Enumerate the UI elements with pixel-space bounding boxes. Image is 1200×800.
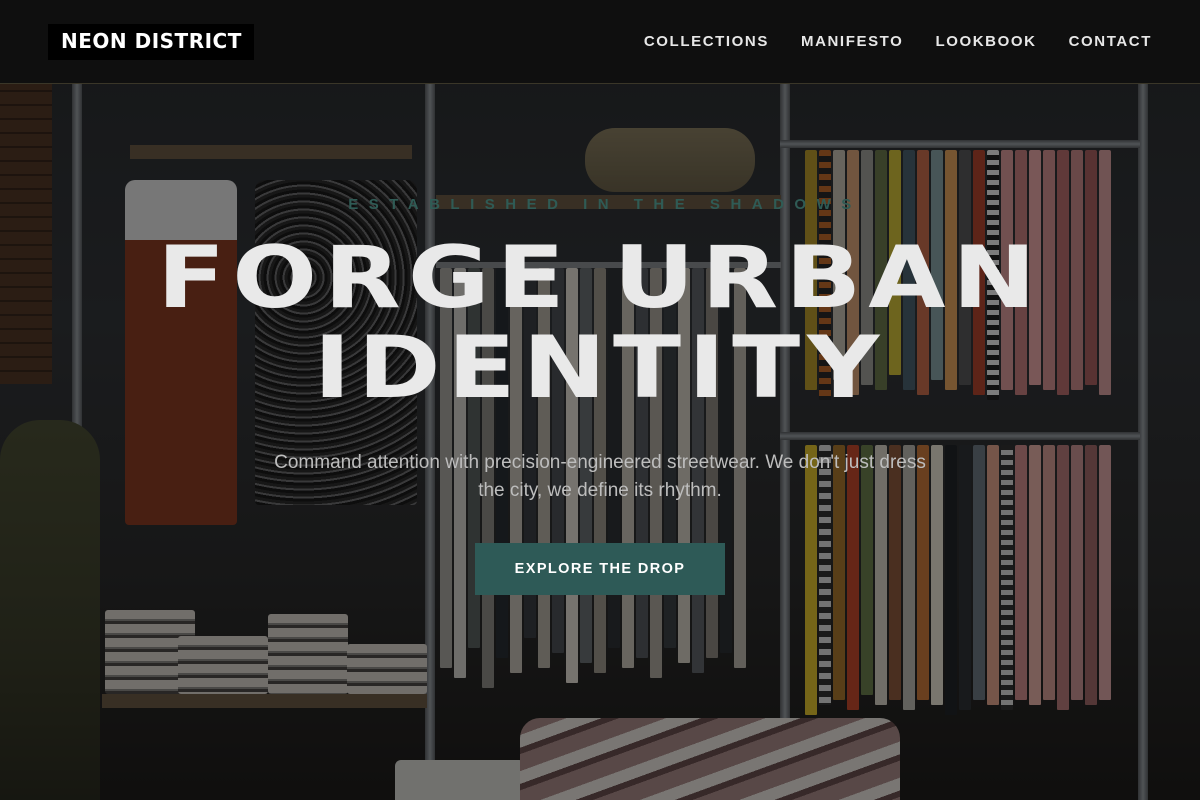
nav-link-collections[interactable]: COLLECTIONS — [644, 33, 769, 50]
hero-eyebrow: ESTABLISHED IN THE SHADOWS — [348, 196, 862, 213]
nav-link-manifesto[interactable]: MANIFESTO — [801, 33, 903, 50]
explore-drop-button[interactable]: EXPLORE THE DROP — [474, 543, 726, 595]
hero-headline: FORGE URBAN IDENTITY — [0, 233, 1200, 413]
site-header: NEON DISTRICT COLLECTIONS MANIFESTO LOOK… — [0, 0, 1200, 84]
hero-headline-line-1: FORGE URBAN — [157, 228, 1043, 328]
site-logo[interactable]: NEON DISTRICT — [48, 23, 254, 60]
nav-link-lookbook[interactable]: LOOKBOOK — [935, 33, 1036, 50]
main-nav: COLLECTIONS MANIFESTO LOOKBOOK CONTACT — [644, 33, 1152, 50]
hero-section: ESTABLISHED IN THE SHADOWS FORGE URBAN I… — [0, 196, 1200, 595]
hero-subtext: Command attention with precision-enginee… — [274, 452, 926, 501]
nav-link-contact[interactable]: CONTACT — [1069, 33, 1152, 50]
hero-headline-line-2: IDENTITY — [313, 318, 887, 418]
